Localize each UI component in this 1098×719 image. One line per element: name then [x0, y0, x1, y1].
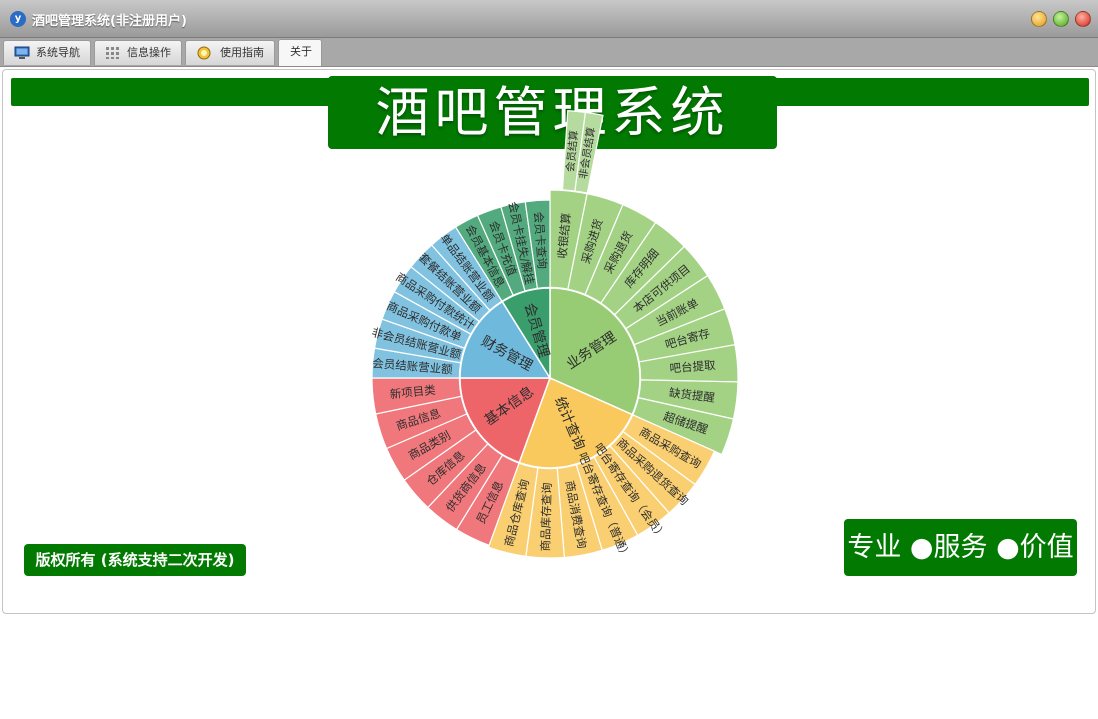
module-sunburst-chart: 业务管理收银结算会员结算非会员结算采购进货采购退货库存明细本店可供项目当前账单吧…: [370, 109, 739, 562]
sunburst-item-label: 商品库存查询: [538, 482, 554, 551]
